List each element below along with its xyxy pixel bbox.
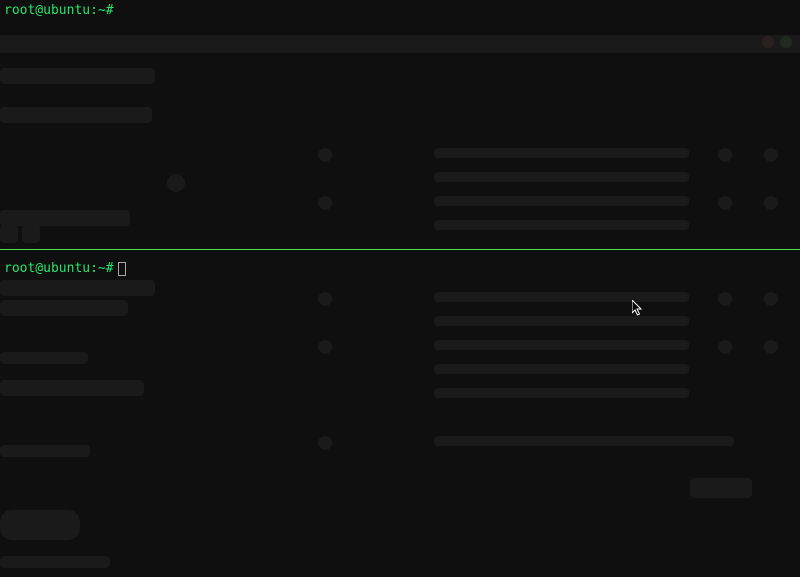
prompt-line[interactable]: root@ubuntu:~# bbox=[0, 258, 800, 280]
terminal-pane-top[interactable]: root@ubuntu:~# bbox=[0, 0, 800, 249]
shell-prompt: root@ubuntu:~# bbox=[4, 261, 114, 277]
prompt-line[interactable]: root@ubuntu:~# bbox=[0, 0, 800, 22]
terminal-pane-bottom[interactable]: root@ubuntu:~# bbox=[0, 258, 800, 577]
text-cursor bbox=[118, 262, 126, 276]
pane-divider[interactable] bbox=[0, 249, 800, 250]
shell-prompt: root@ubuntu:~# bbox=[4, 3, 114, 19]
